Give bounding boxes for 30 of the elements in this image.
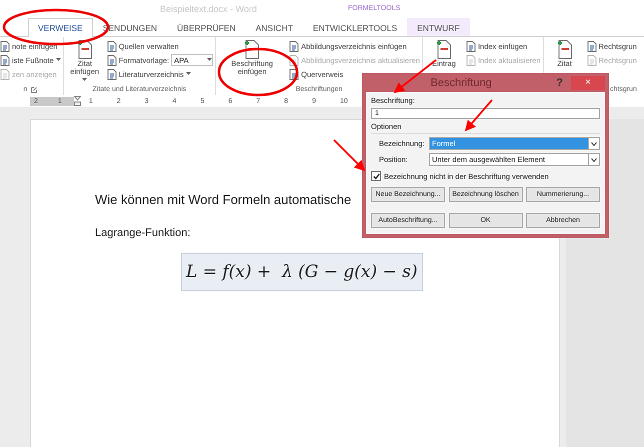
ribbon-tab[interactable]: ÜBERPRÜFEN <box>167 18 246 36</box>
paragraph-text: Wie können mit Word Formeln automatische <box>95 192 352 207</box>
document-icon <box>289 40 300 52</box>
checkbox[interactable] <box>371 171 381 181</box>
chevron-down-icon <box>591 158 597 162</box>
document-icon <box>586 40 596 52</box>
document-icon <box>106 68 117 80</box>
chevron-down-icon <box>591 142 597 146</box>
document-icon <box>76 40 93 59</box>
equation[interactable]: L = f(x) + λ (G − g(x) − s) <box>181 253 423 291</box>
paragraph-text: Lagrange-Funktion: <box>95 227 190 239</box>
document-icon <box>436 40 452 59</box>
document-icon <box>106 40 117 52</box>
document-icon <box>466 40 476 52</box>
document-icon <box>106 54 117 66</box>
annotation-arrow <box>333 139 366 172</box>
checkmark-icon <box>372 172 380 180</box>
document-icon <box>556 40 572 59</box>
dialog-title: Beschriftung <box>430 76 493 88</box>
annotation-arrow <box>464 99 493 132</box>
ribbon-tab[interactable]: ENTWURF <box>407 18 470 36</box>
document-icon <box>466 54 476 66</box>
close-button[interactable]: × <box>571 76 605 90</box>
dropdown-caret-icon <box>207 58 212 62</box>
indent-marker-icon[interactable] <box>74 96 81 106</box>
dialog-launcher-icon[interactable] <box>31 86 38 92</box>
ribbon-tab[interactable]: ENTWICKLERTOOLS <box>302 18 408 36</box>
ribbon-tab[interactable]: VERWEISE <box>28 18 93 37</box>
document-icon <box>586 54 596 66</box>
ribbon-tab[interactable]: ANSICHT <box>246 18 303 36</box>
